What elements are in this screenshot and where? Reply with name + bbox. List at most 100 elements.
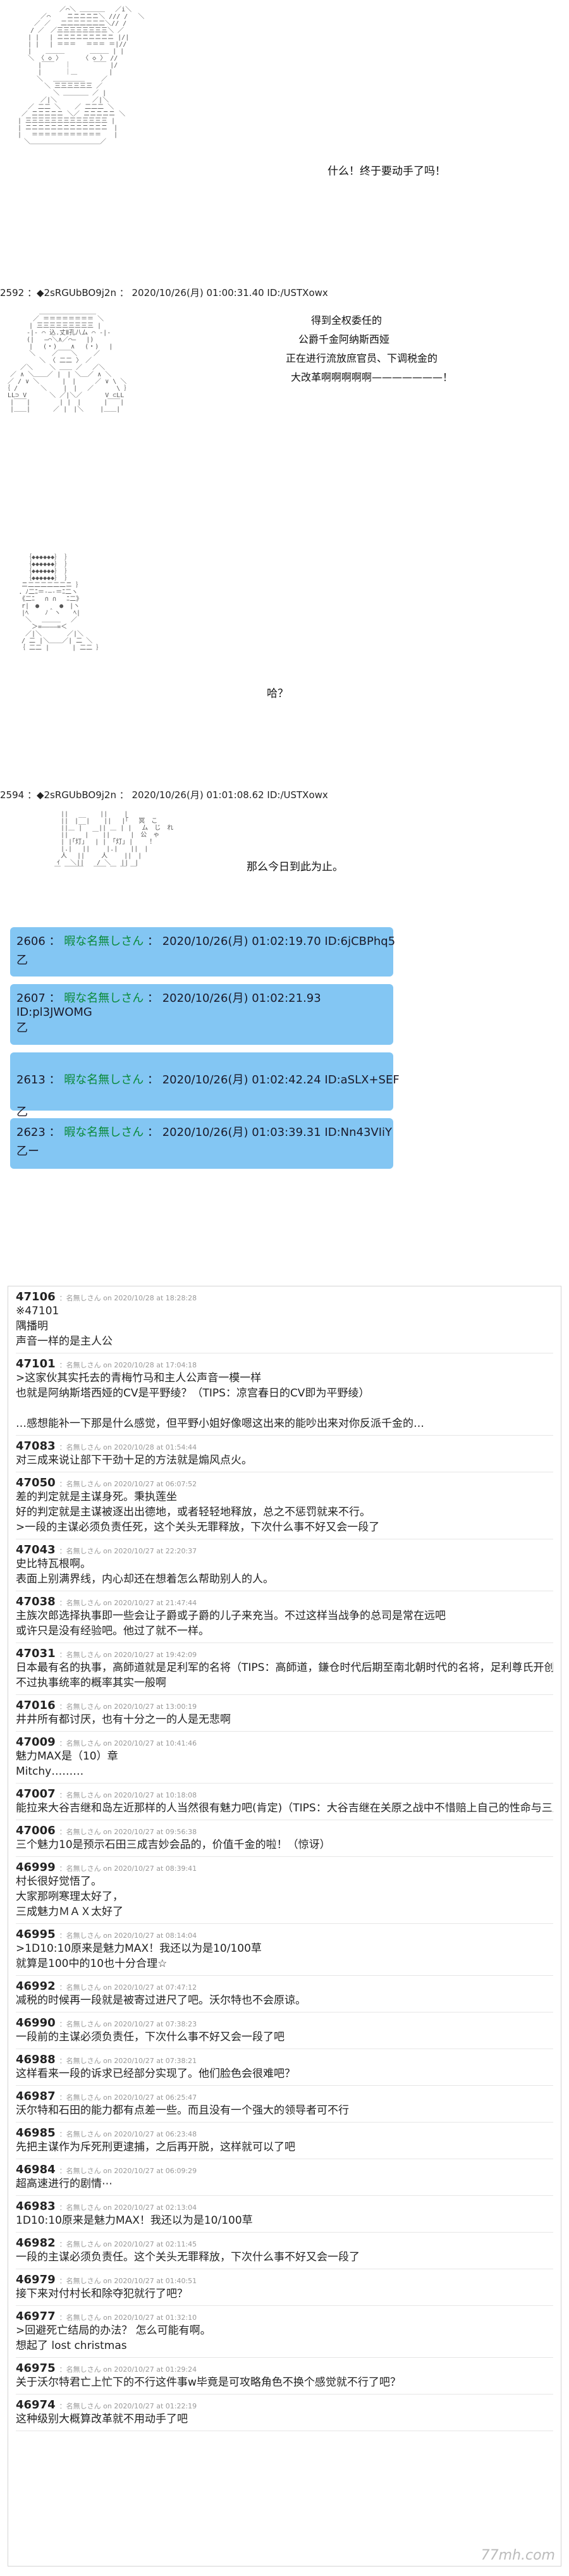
comment-line: >1D10:10原来是魅力MAX！我还以为是10/100草 bbox=[16, 1942, 262, 1955]
comment-item: 46999 ：名無しさん on 2020/10/27 at 08:39:41 村长很… bbox=[16, 1857, 553, 1924]
comment-number[interactable]: 47006 bbox=[16, 1824, 56, 1837]
ascii-art-scene-1: ／⌒＼ ＿＿＿＿ ／i＼ ／⌒ ニニニニニ＼ /// / ＼ ／ ／ 二二二二二… bbox=[18, 6, 145, 145]
comment-number[interactable]: 47038 bbox=[16, 1595, 56, 1608]
comment-meta: ：名無しさん on 2020/10/27 at 07:38:21 bbox=[59, 2057, 197, 2065]
comment-head: 47101 ：名無しさん on 2020/10/28 at 17:04:18 bbox=[16, 1357, 553, 1371]
comment-line: 对三成来说让部下干劲十足的方法就是煽风点火。 bbox=[16, 1454, 252, 1467]
comment-item: 46975 ：名無しさん on 2020/10/27 at 01:29:24 关于沃… bbox=[16, 2358, 553, 2394]
comment-head: 47016 ：名無しさん on 2020/10/27 at 13:00:19 bbox=[16, 1699, 553, 1712]
comment-line: 一段的主谋必须负责任。这个关头无罪释放，下次什么事不好又会一段了 bbox=[16, 2251, 360, 2264]
comment-number[interactable]: 46979 bbox=[16, 2273, 56, 2286]
speech-line-4: 那么今日到此为止。 bbox=[247, 861, 343, 873]
comment-number[interactable]: 47083 bbox=[16, 1439, 56, 1453]
comment-text: 这样看来一段的诉求已经部分实现了。他们脸色会很难吧？ bbox=[16, 2066, 553, 2081]
comment-head: 47038 ：名無しさん on 2020/10/27 at 21:47:44 bbox=[16, 1595, 553, 1608]
comment-head: 46992 ：名無しさん on 2020/10/27 at 07:47:12 bbox=[16, 1980, 553, 1993]
post-header-2592: 2592 ：◆2sRGUbBO9j2n ： 2020/10/26(月) 01:0… bbox=[0, 287, 328, 299]
comment-meta: ：名無しさん on 2020/10/27 at 06:09:29 bbox=[59, 2167, 197, 2175]
comment-text: 关于沃尔特君亡上忙下的不行这件事w毕竟是可攻略角色不换个感觉就不行了吧？ bbox=[16, 2375, 553, 2390]
comment-meta: ：名無しさん on 2020/10/27 at 06:23:48 bbox=[59, 2130, 197, 2138]
comment-text: >回避死亡结局的办法？ 怎么可能有啊。 想起了 lost christmas bbox=[16, 2323, 553, 2353]
comment-text: 这种级别大概算改革就不用动手了吧 bbox=[16, 2412, 553, 2427]
comment-item: 46988 ：名無しさん on 2020/10/27 at 07:38:21 这样看… bbox=[16, 2049, 553, 2086]
comment-head: 46988 ：名無しさん on 2020/10/27 at 07:38:21 bbox=[16, 2053, 553, 2066]
comment-text: 魅力MAX是（10）章 Mitchy……… bbox=[16, 1749, 553, 1779]
comment-number[interactable]: 46990 bbox=[16, 2016, 56, 2030]
ascii-art-scene-3: ｛◆◆◆◆◆◆｝ ｝ ｛◆◆◆◆◆◆｝ ｝ ｛◆◆◆◆◆◆｝ ｝ ｛◆◆◆◆◆◆… bbox=[19, 554, 103, 651]
comment-number[interactable]: 46992 bbox=[16, 1980, 56, 1993]
comment-head: 46987 ：名無しさん on 2020/10/27 at 06:25:47 bbox=[16, 2090, 553, 2103]
comment-head: 46984 ：名無しさん on 2020/10/27 at 06:09:29 bbox=[16, 2163, 553, 2176]
comment-line: >一段的主谋必须负责任死，这个关头无罪释放，下次什么事不好又会一段了 bbox=[16, 1521, 380, 1534]
comment-text: 一段前的主谋必须负责任，下次什么事不好又会一段了吧 bbox=[16, 2030, 553, 2045]
reply-name: 暇な名無しさん bbox=[64, 992, 144, 1005]
comment-number[interactable]: 46988 bbox=[16, 2053, 56, 2066]
ascii-art-scene-4: || __ || | || |__| || |｢ 冥 こ ||＿ | || ＿ … bbox=[54, 811, 174, 873]
reply-name: 暇な名無しさん bbox=[64, 1073, 144, 1087]
comment-item: 46974 ：名無しさん on 2020/10/27 at 01:22:19 这种级… bbox=[16, 2394, 553, 2431]
comment-line: 井井所有都讨厌，也有十分之一的人是无悲啊 bbox=[16, 1713, 231, 1726]
comment-line: >这家伙其实托去的青梅竹马和主人公声音一模一样 bbox=[16, 1372, 262, 1384]
comment-head: 46983 ：名無しさん on 2020/10/27 at 02:13:04 bbox=[16, 2200, 553, 2213]
comment-item: 46977 ：名無しさん on 2020/10/27 at 01:32:10 >回避… bbox=[16, 2306, 553, 2358]
comment-item: 46979 ：名無しさん on 2020/10/27 at 01:40:51 接下来… bbox=[16, 2269, 553, 2306]
comment-meta: ：名無しさん on 2020/10/27 at 02:11:45 bbox=[59, 2240, 197, 2248]
comment-line: 能拉来大谷吉继和岛左近那样的人当然很有魅力吧(肯定)（TIPS：大谷吉继在关原之… bbox=[16, 1802, 553, 1815]
comment-number[interactable]: 46982 bbox=[16, 2236, 56, 2250]
comment-text: >1D10:10原来是魅力MAX！我还以为是10/100草 就算是100中的10也… bbox=[16, 1941, 553, 1971]
comment-number[interactable]: 46975 bbox=[16, 2362, 56, 2375]
comment-meta: ：名無しさん on 2020/10/27 at 01:40:51 bbox=[59, 2277, 197, 2285]
comment-number[interactable]: 46995 bbox=[16, 1928, 56, 1941]
reply-bubble: 2607 ： 暇な名無しさん ： 2020/10/26(月) 01:02:21.… bbox=[10, 984, 393, 1045]
comment-text: 能拉来大谷吉继和岛左近那样的人当然很有魅力吧(肯定)（TIPS：大谷吉继在关原之… bbox=[16, 1801, 553, 1816]
comment-item: 46990 ：名無しさん on 2020/10/27 at 07:38:23 一段前… bbox=[16, 2012, 553, 2049]
comment-number[interactable]: 46983 bbox=[16, 2200, 56, 2213]
comment-line: …感想能补一下那是什么感觉，但平野小姐好像嗯这出来的能吵出来对你反派千金的… bbox=[16, 1417, 424, 1430]
comment-text: 差的判定就是主谋身死。秉执莲坐 好的判定就是主谋被逐出出德地，或者轻轻地释放，总之… bbox=[16, 1489, 553, 1535]
comment-number[interactable]: 47031 bbox=[16, 1647, 56, 1660]
comment-number[interactable]: 47043 bbox=[16, 1543, 56, 1556]
comment-item: 47101 ：名無しさん on 2020/10/28 at 17:04:18 >这家… bbox=[16, 1353, 553, 1436]
comment-number[interactable]: 46984 bbox=[16, 2163, 56, 2176]
comment-meta: ：名無しさん on 2020/10/27 at 06:07:52 bbox=[59, 1480, 197, 1488]
comment-meta: ：名無しさん on 2020/10/27 at 02:13:04 bbox=[59, 2203, 197, 2212]
comment-number[interactable]: 47009 bbox=[16, 1735, 56, 1749]
comment-line: 这样看来一段的诉求已经部分实现了。他们脸色会很难吧？ bbox=[16, 2068, 295, 2080]
comment-number[interactable]: 46987 bbox=[16, 2090, 56, 2103]
comment-number[interactable]: 47050 bbox=[16, 1476, 56, 1489]
comment-line: 一段前的主谋必须负责任，下次什么事不好又会一段了吧 bbox=[16, 2031, 284, 2043]
comment-text: 对三成来说让部下干劲十足的方法就是煽风点火。 bbox=[16, 1453, 553, 1468]
post-header-2594: 2594 ：◆2sRGUbBO9j2n ： 2020/10/26(月) 01:0… bbox=[0, 789, 328, 801]
comment-number[interactable]: 47016 bbox=[16, 1699, 56, 1712]
comment-meta: ：名無しさん on 2020/10/27 at 09:56:38 bbox=[59, 1828, 197, 1836]
comment-line: Mitchy……… bbox=[16, 1765, 84, 1778]
comment-line: 接下来对付村长和除夺犯就行了吧？ bbox=[16, 2288, 188, 2300]
comment-head: 47043 ：名無しさん on 2020/10/27 at 22:20:37 bbox=[16, 1543, 553, 1556]
comment-number[interactable]: 46985 bbox=[16, 2126, 56, 2140]
comment-number[interactable]: 46974 bbox=[16, 2398, 56, 2412]
comment-meta: ：名無しさん on 2020/10/27 at 01:29:24 bbox=[59, 2365, 197, 2374]
comment-number[interactable]: 46999 bbox=[16, 1861, 56, 1874]
speech-line: 公爵千金阿纳斯西娅 bbox=[298, 333, 390, 345]
comment-number[interactable]: 46977 bbox=[16, 2310, 56, 2323]
comment-meta: ：名無しさん on 2020/10/27 at 01:22:19 bbox=[59, 2402, 197, 2410]
comment-item: 46983 ：名無しさん on 2020/10/27 at 02:13:04 1D1… bbox=[16, 2196, 553, 2233]
comment-line: 想起了 lost christmas bbox=[16, 2339, 127, 2352]
comment-item: 47038 ：名無しさん on 2020/10/27 at 21:47:44 主族次… bbox=[16, 1591, 553, 1643]
comment-meta: ：名無しさん on 2020/10/27 at 13:00:19 bbox=[59, 1703, 197, 1711]
comment-head: 47083 ：名無しさん on 2020/10/28 at 01:54:44 bbox=[16, 1439, 553, 1453]
comment-number[interactable]: 47007 bbox=[16, 1787, 56, 1801]
comment-head: 47007 ：名無しさん on 2020/10/27 at 10:18:08 bbox=[16, 1787, 553, 1801]
comment-head: 46979 ：名無しさん on 2020/10/27 at 01:40:51 bbox=[16, 2273, 553, 2286]
comment-number[interactable]: 47106 bbox=[16, 1290, 56, 1303]
comment-text: 减税的时候再一段就是被寄过进尺了吧。沃尔特也不会原谅。 bbox=[16, 1993, 553, 2008]
comment-line: 隅播明 bbox=[16, 1320, 48, 1333]
comment-meta: ：名無しさん on 2020/10/28 at 17:04:18 bbox=[59, 1361, 197, 1369]
reply-id: ID:pl3JWOMG bbox=[16, 1006, 92, 1019]
comment-number[interactable]: 47101 bbox=[16, 1357, 56, 1371]
comment-meta: ：名無しさん on 2020/10/27 at 21:47:44 bbox=[59, 1599, 197, 1607]
comment-list: 47106 ：名無しさん on 2020/10/28 at 18:28:28 ※47… bbox=[8, 1286, 561, 2567]
reply-number: 2606 bbox=[16, 935, 46, 948]
speech-line: 大改革啊啊啊啊啊———————！ bbox=[291, 371, 453, 383]
comment-line: 1D10:10原来是魅力MAX！我还以为是10/100草 bbox=[16, 2214, 253, 2227]
